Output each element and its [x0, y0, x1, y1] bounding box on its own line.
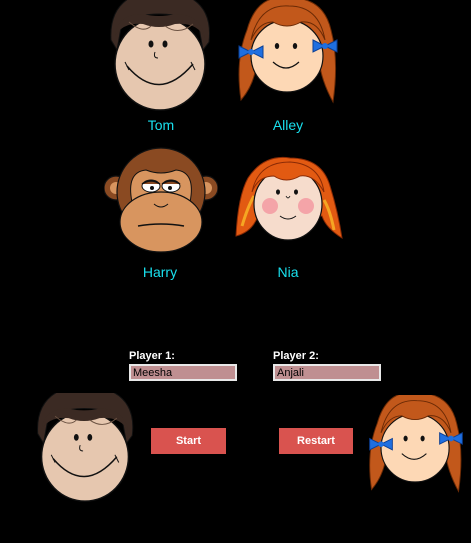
player2-avatar: [365, 395, 467, 499]
player2-name-input[interactable]: [273, 364, 381, 381]
tom-face-icon: [37, 393, 134, 502]
character-harry[interactable]: [104, 146, 218, 256]
tom-face-icon: [110, 0, 211, 111]
alley-face-icon: [369, 395, 463, 493]
character-nia[interactable]: [234, 156, 344, 246]
player1-avatar: [30, 393, 140, 505]
player1-label: Player 1:: [129, 350, 175, 362]
character-tom[interactable]: [103, 0, 217, 112]
character-name-tom: Tom: [147, 117, 175, 133]
character-name-alley: Alley: [272, 117, 304, 133]
character-name-nia: Nia: [277, 264, 299, 280]
player1-name-input[interactable]: [129, 364, 237, 381]
nia-face-icon: [235, 156, 343, 241]
character-name-harry: Harry: [142, 264, 178, 280]
player2-label: Player 2:: [273, 350, 319, 362]
character-alley[interactable]: [237, 0, 339, 110]
restart-button[interactable]: Restart: [279, 428, 353, 454]
start-button[interactable]: Start: [151, 428, 226, 454]
alley-face-icon: [238, 0, 338, 104]
harry-monkey-icon: [104, 147, 218, 253]
